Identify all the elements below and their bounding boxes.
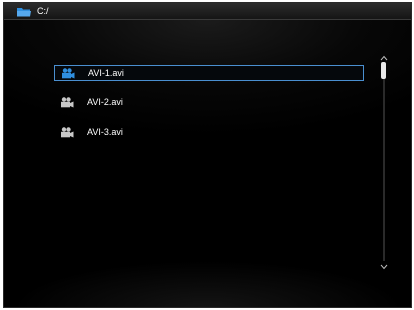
file-item-avi-3[interactable]: AVI-3.avi bbox=[54, 125, 364, 141]
scrollbar[interactable] bbox=[380, 55, 388, 270]
folder-icon bbox=[17, 8, 31, 17]
file-list-panel: AVI-1.avi AVI-2.avi AVI-3.avi bbox=[4, 20, 411, 307]
scroll-thumb[interactable] bbox=[381, 62, 386, 79]
file-list: AVI-1.avi AVI-2.avi AVI-3.avi bbox=[54, 65, 364, 155]
title-bar: C:/ bbox=[4, 3, 411, 20]
video-camera-icon bbox=[61, 127, 74, 138]
file-browser-window: C:/ AVI-1.avi AVI-2.avi AVI-3.avi bbox=[3, 2, 412, 308]
file-name: AVI-2.avi bbox=[87, 97, 123, 107]
video-camera-icon bbox=[62, 68, 75, 79]
scroll-track[interactable] bbox=[383, 64, 385, 261]
file-item-avi-2[interactable]: AVI-2.avi bbox=[54, 95, 364, 111]
file-name: AVI-3.avi bbox=[87, 127, 123, 137]
current-path: C:/ bbox=[37, 6, 49, 16]
file-item-avi-1[interactable]: AVI-1.avi bbox=[54, 65, 364, 81]
background-glow bbox=[4, 249, 411, 307]
chevron-down-icon[interactable] bbox=[380, 264, 388, 270]
chevron-up-icon[interactable] bbox=[380, 55, 388, 61]
file-name: AVI-1.avi bbox=[88, 68, 124, 78]
video-camera-icon bbox=[61, 97, 74, 108]
